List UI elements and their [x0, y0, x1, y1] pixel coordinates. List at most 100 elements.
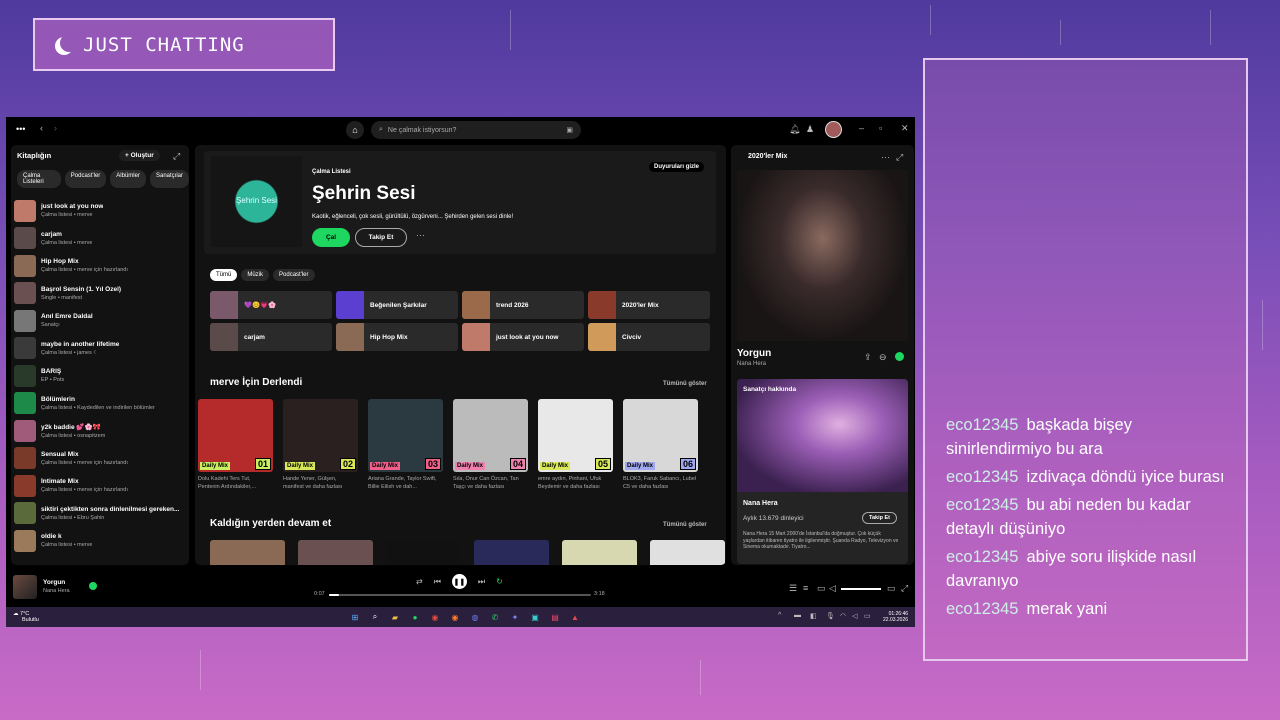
daily-mix-card[interactable]: Daily Mix 04 Sıla, Onur Can Özcan, Tan Taş…	[453, 399, 528, 491]
library-item[interactable]: carjam Çalma listesi • merve	[14, 225, 188, 253]
player-title[interactable]: Yorgun	[43, 579, 65, 586]
progress-bar[interactable]	[329, 594, 591, 596]
library-item[interactable]: just look at you now Çalma listesi • merv…	[14, 197, 188, 225]
continue-card[interactable]	[562, 540, 637, 565]
show-all-link[interactable]: Tümünü göster	[663, 381, 707, 387]
chip-artists[interactable]: Sanatçılar	[149, 170, 189, 188]
more-options-icon[interactable]: ···	[881, 152, 890, 162]
continue-card[interactable]	[474, 540, 549, 565]
forward-arrow-icon[interactable]: ›	[54, 123, 57, 133]
lyrics-icon[interactable]: ☰	[789, 583, 797, 594]
more-options-icon[interactable]: ···	[416, 230, 425, 240]
shuffle-icon[interactable]: ⇄	[416, 577, 423, 586]
microphone-icon[interactable]: 🎙︎	[826, 612, 835, 620]
tray-app-icon[interactable]: ◧	[810, 612, 817, 620]
play-button[interactable]: Çal	[312, 228, 350, 247]
mini-player-icon[interactable]: ▭	[887, 583, 896, 594]
maximize-icon[interactable]: ▫	[879, 123, 882, 133]
previous-icon[interactable]: ⏮︎	[434, 577, 441, 587]
windows-start-icon[interactable]: ⊞	[348, 610, 362, 624]
library-item[interactable]: y2k baddie 💕🌸🎀 Çalma listesi • osnapitzem	[14, 417, 188, 445]
library-item[interactable]: maybe in another lifetime Çalma listesi •…	[14, 335, 188, 363]
follow-button[interactable]: Takip Et	[355, 228, 407, 247]
continue-card[interactable]	[650, 540, 725, 565]
queue-icon[interactable]: ≡	[803, 583, 808, 593]
next-icon[interactable]: ⏭︎	[478, 577, 485, 587]
quick-access-item[interactable]: Civciv	[588, 323, 710, 351]
expand-icon[interactable]: ⤢	[173, 151, 180, 162]
home-button[interactable]: ⌂	[346, 121, 364, 139]
tray-chevron-icon[interactable]: ^	[778, 612, 781, 619]
close-icon[interactable]: ✕	[901, 123, 909, 134]
share-icon[interactable]: ⇪	[864, 352, 872, 363]
browse-icon[interactable]: ▣	[566, 126, 573, 134]
spotify-icon[interactable]: ●	[408, 610, 422, 624]
weather-widget[interactable]: ☁ 7°C Bulutlu	[13, 611, 39, 623]
volume-slider[interactable]	[841, 588, 881, 590]
wifi-icon[interactable]: ◠	[840, 612, 846, 620]
filter-music[interactable]: Müzik	[241, 269, 270, 281]
library-item[interactable]: Anıl Emre Daldal Sanatçı	[14, 307, 188, 335]
volume-icon[interactable]: ◁	[829, 583, 836, 594]
continue-card[interactable]	[210, 540, 285, 565]
fullscreen-icon[interactable]: ⤢	[901, 583, 908, 594]
notification-bell-icon[interactable]: 🔔︎	[789, 124, 800, 135]
device-icon[interactable]: ▭	[817, 583, 826, 594]
daily-mix-card[interactable]: Daily Mix 03 Ariana Grande, Taylor Swift, …	[368, 399, 443, 491]
remove-icon[interactable]: ⊖	[879, 352, 887, 363]
saved-check-icon[interactable]	[89, 582, 97, 590]
playlist-cover[interactable]: Şehrin Sesi	[211, 156, 302, 247]
show-all-link[interactable]: Tümünü göster	[663, 522, 707, 528]
expand-icon[interactable]: ⤢	[896, 152, 903, 163]
file-explorer-icon[interactable]: ▰	[388, 610, 402, 624]
library-item[interactable]: İntimate Mix Çalma listesi • merve için h…	[14, 472, 188, 500]
app-icon[interactable]: ▲	[568, 610, 582, 624]
search-input[interactable]: ⌕ Ne çalmak istiyorsun? ▣	[371, 121, 581, 139]
chip-albums[interactable]: Albümler	[110, 170, 146, 188]
quick-access-item[interactable]: 2020'ler Mix	[588, 291, 710, 319]
repeat-icon[interactable]: ↻	[496, 577, 503, 586]
battery-icon[interactable]: ▭	[864, 612, 871, 620]
avatar[interactable]	[825, 121, 842, 138]
library-item[interactable]: Hip Hop Mix Çalma listesi • merve için ha…	[14, 252, 188, 280]
library-item[interactable]: Başrol Sensin (1. Yıl Özel) Single • mani…	[14, 280, 188, 308]
quick-access-item[interactable]: carjam	[210, 323, 332, 351]
back-arrow-icon[interactable]: ‹	[40, 123, 43, 133]
friends-icon[interactable]: ♟	[806, 124, 814, 135]
speaker-icon[interactable]: ◁	[852, 612, 857, 620]
quick-access-item[interactable]: Beğenilen Şarkılar	[336, 291, 458, 319]
continue-card[interactable]	[298, 540, 373, 565]
discord-icon[interactable]: ◍	[468, 610, 482, 624]
quick-access-item[interactable]: just look at you now	[462, 323, 584, 351]
artist-name[interactable]: Nana Hera	[743, 500, 778, 507]
filter-all[interactable]: Tümü	[210, 269, 238, 281]
quick-access-item[interactable]: Hip Hop Mix	[336, 323, 458, 351]
system-clock[interactable]: 01:26:46 22.03.2026	[883, 611, 908, 623]
daily-mix-card[interactable]: Daily Mix 05 emre aydın, Pinhani, Ufuk Bey…	[538, 399, 613, 491]
chip-playlists[interactable]: Çalma Listeleri	[17, 170, 61, 188]
chrome-icon[interactable]: ◉	[428, 610, 442, 624]
pause-button[interactable]: ❚❚	[451, 574, 467, 589]
minimize-icon[interactable]: –	[859, 123, 864, 133]
library-item[interactable]: oldie k Çalma listesi • merve	[14, 527, 188, 555]
app-icon[interactable]: ▣	[528, 610, 542, 624]
quick-access-item[interactable]: 💜😊💗🌸	[210, 291, 332, 319]
player-artist[interactable]: Nana Hera	[43, 588, 70, 594]
library-item[interactable]: siktiri çektikten sonra dinlenilmesi ger…	[14, 500, 188, 528]
daily-mix-card[interactable]: Daily Mix 02 Hande Yener, Gülşen, manifest…	[283, 399, 358, 491]
firefox-icon[interactable]: ◉	[448, 610, 462, 624]
library-item[interactable]: BARIŞ EP • Pots	[14, 362, 188, 390]
chip-podcasts[interactable]: Podcast'ler	[64, 170, 107, 188]
library-item[interactable]: Bölümlerin Çalma listesi • Kaydedilen ve …	[14, 390, 188, 418]
quick-access-item[interactable]: trend 2026	[462, 291, 584, 319]
daily-mix-card[interactable]: Daily Mix 06 BLOK3, Faruk Sabancı, Lubel C…	[623, 399, 698, 491]
hide-announcements-button[interactable]: Duyuruları gizle	[649, 162, 705, 172]
daily-mix-card[interactable]: Daily Mix 01 Dolu Kadehi Ters Tut, Penteni…	[198, 399, 273, 491]
filter-podcasts[interactable]: Podcast'ler	[273, 269, 315, 281]
app-icon[interactable]: ▤	[548, 610, 562, 624]
app-icon[interactable]: ✦	[508, 610, 522, 624]
search-icon[interactable]: ⌕	[368, 610, 382, 624]
library-item[interactable]: Sensual Mix Çalma listesi • merve için ha…	[14, 445, 188, 473]
now-playing-artist[interactable]: Nana Hera	[737, 361, 766, 367]
whatsapp-icon[interactable]: ✆	[488, 610, 502, 624]
